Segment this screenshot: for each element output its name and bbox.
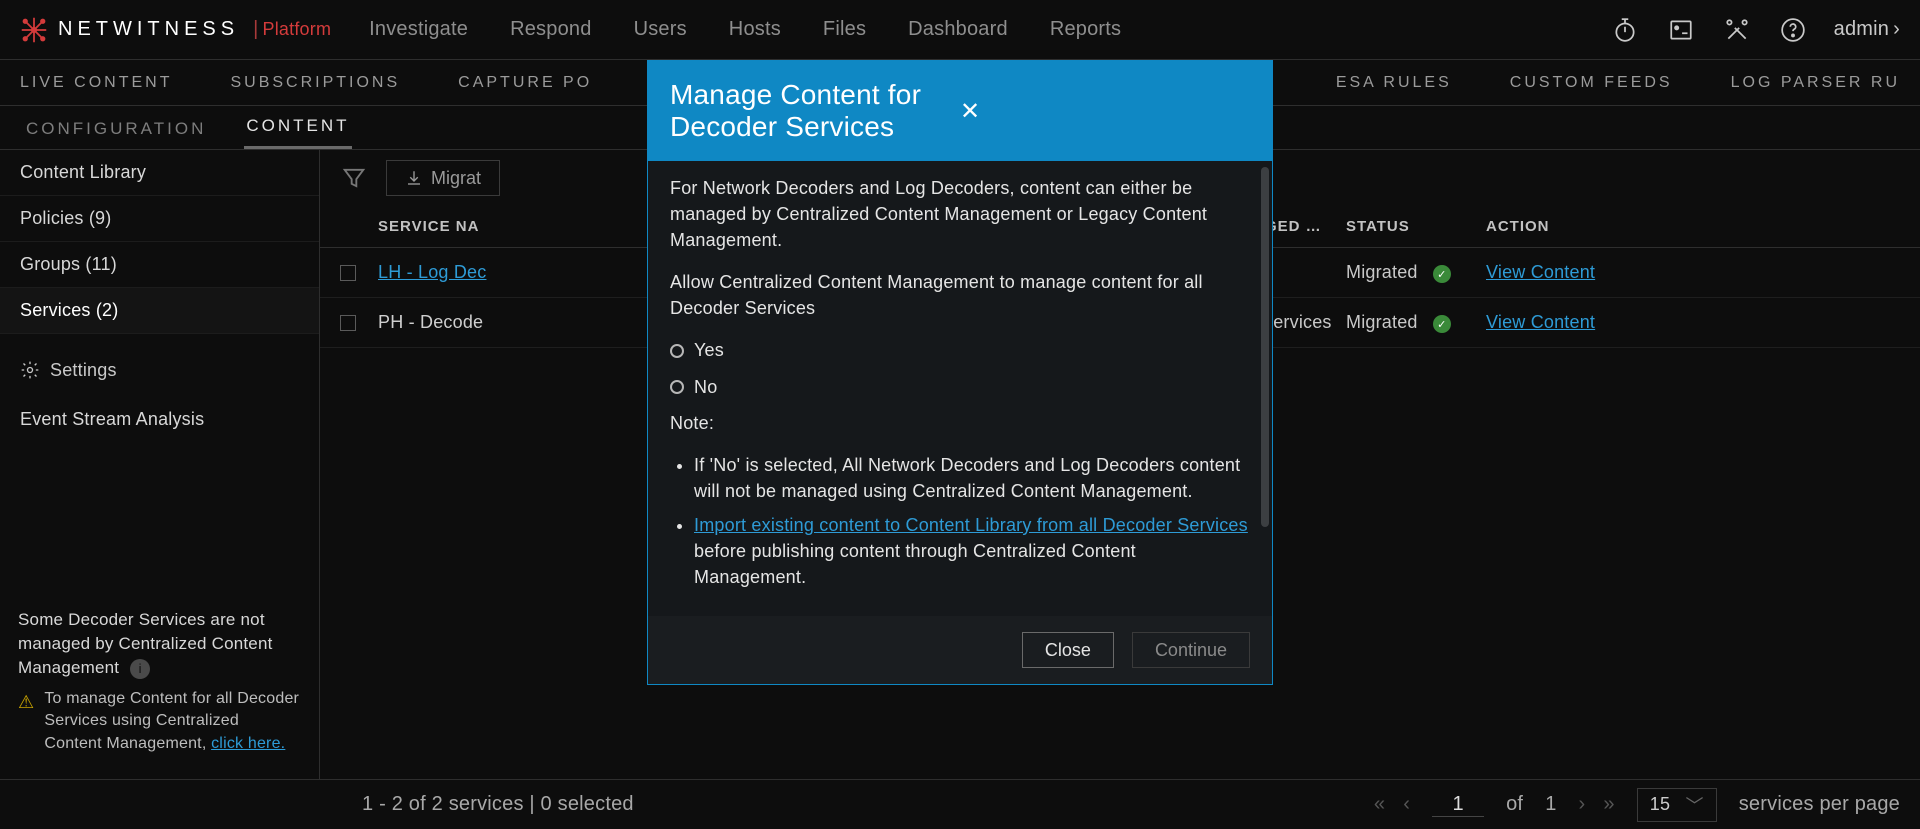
top-icon-tray <box>1612 17 1806 43</box>
chevron-right-icon: › <box>1893 18 1900 41</box>
nav-respond[interactable]: Respond <box>510 18 591 41</box>
continue-button[interactable]: Continue <box>1132 632 1250 668</box>
note-bullet-rest: before publishing content through Centra… <box>694 541 1136 587</box>
panel-icon[interactable] <box>1668 17 1694 43</box>
brand-divider: | <box>253 18 258 41</box>
radio-icon <box>670 380 684 394</box>
nav-files[interactable]: Files <box>823 18 866 41</box>
modal-overlay: Manage Content for Decoder Services ✕ Fo… <box>0 60 1920 829</box>
radio-no-label: No <box>694 374 717 400</box>
radio-no[interactable]: No <box>670 374 1250 400</box>
tools-icon[interactable] <box>1724 17 1750 43</box>
note-list: If 'No' is selected, All Network Decoder… <box>694 452 1250 590</box>
note-bullet: Import existing content to Content Libra… <box>694 512 1250 590</box>
modal-title-bar: Manage Content for Decoder Services ✕ <box>648 61 1272 161</box>
modal-title: Manage Content for Decoder Services <box>670 79 960 143</box>
nav-reports[interactable]: Reports <box>1050 18 1121 41</box>
admin-label: admin <box>1834 18 1889 41</box>
radio-yes[interactable]: Yes <box>670 337 1250 363</box>
radio-icon <box>670 344 684 358</box>
modal-question: Allow Centralized Content Management to … <box>670 269 1250 321</box>
stopwatch-icon[interactable] <box>1612 17 1638 43</box>
brand-logo-icon <box>20 16 48 44</box>
nav-investigate[interactable]: Investigate <box>369 18 468 41</box>
close-button[interactable]: Close <box>1022 632 1114 668</box>
scrollbar-thumb[interactable] <box>1261 167 1269 527</box>
nav-hosts[interactable]: Hosts <box>729 18 781 41</box>
modal-intro: For Network Decoders and Log Decoders, c… <box>670 175 1250 253</box>
modal-close-icon[interactable]: ✕ <box>960 97 1250 126</box>
app-header: NETWITNESS | Platform Investigate Respon… <box>0 0 1920 60</box>
import-existing-link[interactable]: Import existing content to Content Libra… <box>694 515 1248 535</box>
note-bullet: If 'No' is selected, All Network Decoder… <box>694 452 1250 504</box>
nav-users[interactable]: Users <box>634 18 687 41</box>
admin-menu[interactable]: admin › <box>1834 18 1900 41</box>
nav-dashboard[interactable]: Dashboard <box>908 18 1008 41</box>
brand-suffix: Platform <box>263 19 332 40</box>
modal-body: For Network Decoders and Log Decoders, c… <box>648 161 1272 616</box>
modal-footer: Close Continue <box>648 616 1272 684</box>
manage-content-modal: Manage Content for Decoder Services ✕ Fo… <box>647 60 1273 685</box>
brand-name: NETWITNESS <box>58 18 239 41</box>
brand: NETWITNESS | Platform <box>20 16 331 44</box>
radio-yes-label: Yes <box>694 337 724 363</box>
note-label: Note: <box>670 410 1250 436</box>
top-nav: Investigate Respond Users Hosts Files Da… <box>369 18 1583 41</box>
help-icon[interactable] <box>1780 17 1806 43</box>
